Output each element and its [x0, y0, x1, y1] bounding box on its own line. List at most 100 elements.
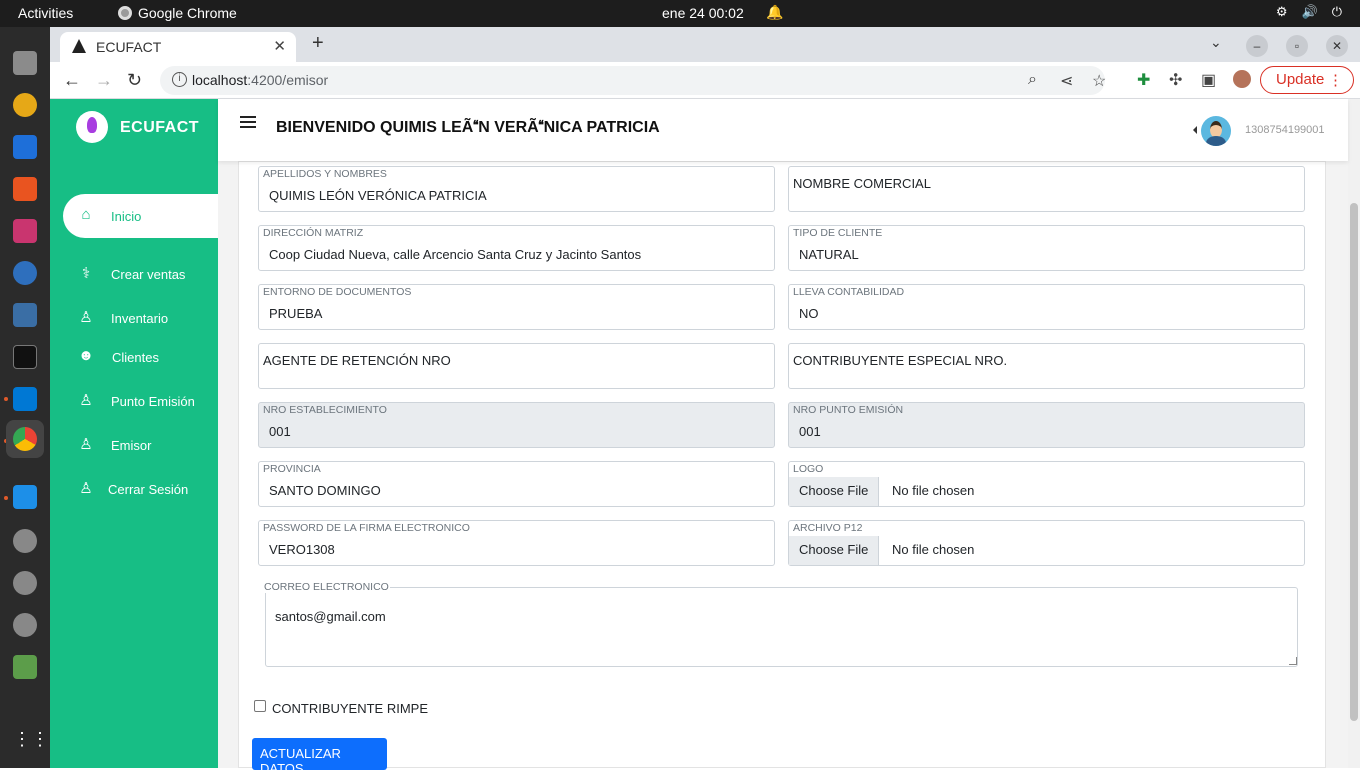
password-firma-field[interactable]: PASSWORD DE LA FIRMA ELECTRONICO VERO130…	[258, 520, 775, 566]
chrome-dock-icon[interactable]	[6, 420, 44, 458]
browser-tab-bar: ECUFACT ✕ + ⌄ – ▫ ✕	[50, 27, 1360, 62]
url-text: localhost:4200/emisor	[192, 72, 329, 88]
running-indicator	[4, 397, 8, 401]
sidebar-item-cerrar-sesion[interactable]: ♙ Cerrar Sesión	[63, 467, 218, 511]
provincia-select[interactable]: PROVINCIA SANTO DOMINGO	[258, 461, 775, 507]
hamburger-menu-icon[interactable]	[240, 116, 256, 128]
user-menu-caret-icon[interactable]	[1193, 126, 1197, 134]
apellidos-field[interactable]: APELLIDOS Y NOMBRES QUIMIS LEÓN VERÓNICA…	[258, 166, 775, 212]
mysql-workbench-icon[interactable]	[13, 303, 37, 327]
brand-logo	[76, 111, 108, 143]
side-panel-icon[interactable]: ▣	[1201, 70, 1216, 90]
minimize-icon[interactable]: –	[1246, 35, 1268, 57]
tipo-cliente-select[interactable]: TIPO DE CLIENTE NATURAL	[788, 225, 1305, 271]
entorno-documentos-select[interactable]: ENTORNO DE DOCUMENTOS PRUEBA	[258, 284, 775, 330]
terminal-icon[interactable]	[13, 345, 37, 369]
volume-icon: 🔊	[1301, 4, 1318, 19]
browser-tab[interactable]: ECUFACT ✕	[60, 32, 296, 62]
disk-icon[interactable]	[13, 529, 37, 553]
rimpe-label[interactable]: CONTRIBUYENTE RIMPE	[272, 701, 428, 716]
dock: ⋮⋮	[0, 27, 50, 768]
writer-icon[interactable]	[13, 135, 37, 159]
disk-icon[interactable]	[13, 571, 37, 595]
address-bar[interactable]: i localhost:4200/emisor ⌕ ⋖ ☆	[160, 66, 1106, 95]
correo-value: santos@gmail.com	[275, 609, 386, 624]
profile-avatar[interactable]	[1233, 70, 1251, 88]
users-icon: ☻	[78, 347, 94, 364]
zoom-icon[interactable]: ⌕	[1028, 71, 1037, 89]
reload-icon[interactable]: ↻	[127, 70, 142, 91]
user-avatar[interactable]	[1201, 116, 1231, 146]
logo-choose-file-button[interactable]: Choose File	[789, 477, 880, 506]
software-icon[interactable]	[13, 177, 37, 201]
close-tab-icon[interactable]: ✕	[273, 37, 286, 55]
page-scrollbar[interactable]	[1348, 99, 1360, 768]
power-icon: ⏻	[1331, 4, 1342, 19]
activities-button[interactable]: Activities	[18, 5, 73, 21]
home-icon: ⌂	[81, 206, 91, 223]
system-tray[interactable]: ⚙ 🔊 ⏻	[1276, 4, 1342, 20]
tab-title: ECUFACT	[96, 39, 162, 55]
sidebar-item-inventario[interactable]: ♙ Inventario	[63, 296, 218, 340]
vscode-icon[interactable]	[13, 387, 37, 411]
more-menu-icon[interactable]: ⋮	[1328, 71, 1343, 89]
bell-icon: 🔔	[766, 4, 784, 20]
agente-retencion-field[interactable]: AGENTE DE RETENCIÓN NRO	[258, 343, 775, 389]
update-button[interactable]: Update ⋮	[1260, 66, 1354, 94]
resize-grip-icon[interactable]	[1289, 657, 1297, 665]
app-header: BIENVENIDO QUIMIS LEÃN VERÃNICA PATRIC…	[218, 99, 1348, 161]
correo-textarea[interactable]	[265, 587, 1298, 667]
emisor-form-card: APELLIDOS Y NOMBRES QUIMIS LEÓN VERÓNICA…	[238, 161, 1326, 776]
nro-punto-emision-field: NRO PUNTO EMISIÓN 001	[788, 402, 1305, 448]
disk-icon[interactable]	[13, 613, 37, 637]
web-icon[interactable]	[13, 261, 37, 285]
user-id: 1308754199001	[1245, 124, 1325, 136]
main-content: APELLIDOS Y NOMBRES QUIMIS LEÓN VERÓNICA…	[218, 161, 1348, 776]
files-icon[interactable]	[13, 51, 37, 75]
rhythmbox-icon[interactable]	[13, 93, 37, 117]
clock[interactable]: ene 24 00:02	[662, 5, 744, 21]
trash-icon[interactable]	[13, 655, 37, 679]
forward-icon[interactable]: →	[95, 70, 113, 91]
correo-label: CORREO ELECTRONICO	[263, 581, 390, 593]
welcome-title: BIENVENIDO QUIMIS LEÃN VERÃNICA PATRIC…	[276, 119, 660, 136]
chrome-app-icon	[118, 6, 132, 20]
network-icon: ⚙	[1275, 4, 1288, 19]
show-apps-icon[interactable]: ⋮⋮	[13, 729, 49, 753]
sidebar-item-emisor[interactable]: ♙ Emisor	[63, 423, 218, 467]
sidebar-item-clientes[interactable]: ☻ Clientes	[63, 335, 218, 379]
extension-plus-icon[interactable]: ✚	[1137, 70, 1150, 90]
browser-toolbar: ← → ↻ i localhost:4200/emisor ⌕ ⋖ ☆ ✚ ✣ …	[50, 62, 1360, 99]
app-menu[interactable]: Google Chrome	[118, 5, 237, 21]
maximize-icon[interactable]: ▫	[1286, 35, 1308, 57]
p12-choose-file-button[interactable]: Choose File	[789, 536, 880, 565]
system-top-bar: Activities Google Chrome ene 24 00:02 🔔 …	[0, 0, 1360, 27]
extensions-puzzle-icon[interactable]: ✣	[1169, 70, 1182, 90]
direccion-matriz-field[interactable]: DIRECCIÓN MATRIZ Coop Ciudad Nueva, call…	[258, 225, 775, 271]
user-icon: ♙	[79, 309, 93, 326]
close-window-icon[interactable]: ✕	[1326, 35, 1348, 57]
tab-search-chevron-icon[interactable]: ⌄	[1210, 34, 1222, 51]
intellij-icon[interactable]	[13, 219, 37, 243]
nombre-comercial-field[interactable]: NOMBRE COMERCIAL	[788, 166, 1305, 212]
nro-establecimiento-field: NRO ESTABLECIMIENTO 001	[258, 402, 775, 448]
contribuyente-especial-field[interactable]: CONTRIBUYENTE ESPECIAL NRO.	[788, 343, 1305, 389]
bookmark-star-icon[interactable]: ☆	[1092, 71, 1106, 91]
back-icon[interactable]: ←	[63, 70, 81, 91]
sidebar-item-inicio[interactable]: ⌂ Inicio	[63, 194, 218, 238]
actualizar-datos-button[interactable]: ACTUALIZAR DATOS	[252, 738, 387, 776]
app-name: Google Chrome	[138, 5, 237, 21]
lleva-contabilidad-select[interactable]: LLEVA CONTABILIDAD NO	[788, 284, 1305, 330]
running-indicator	[4, 496, 8, 500]
sidebar-item-crear-ventas[interactable]: ⚕ Crear ventas	[63, 252, 218, 296]
new-tab-icon[interactable]: +	[312, 32, 324, 55]
logo-file-input[interactable]: LOGO Choose File No file chosen	[788, 461, 1305, 507]
rimpe-checkbox[interactable]	[254, 700, 266, 712]
webstorm-icon[interactable]	[13, 485, 37, 509]
brand-name: ECUFACT	[120, 119, 200, 136]
share-icon[interactable]: ⋖	[1060, 71, 1073, 91]
archivo-p12-file-input[interactable]: ARCHIVO P12 Choose File No file chosen	[788, 520, 1305, 566]
sidebar-item-punto-emision[interactable]: ♙ Punto Emisión	[63, 379, 218, 423]
scrollbar-thumb[interactable]	[1350, 203, 1358, 721]
site-info-icon[interactable]: i	[172, 72, 187, 87]
